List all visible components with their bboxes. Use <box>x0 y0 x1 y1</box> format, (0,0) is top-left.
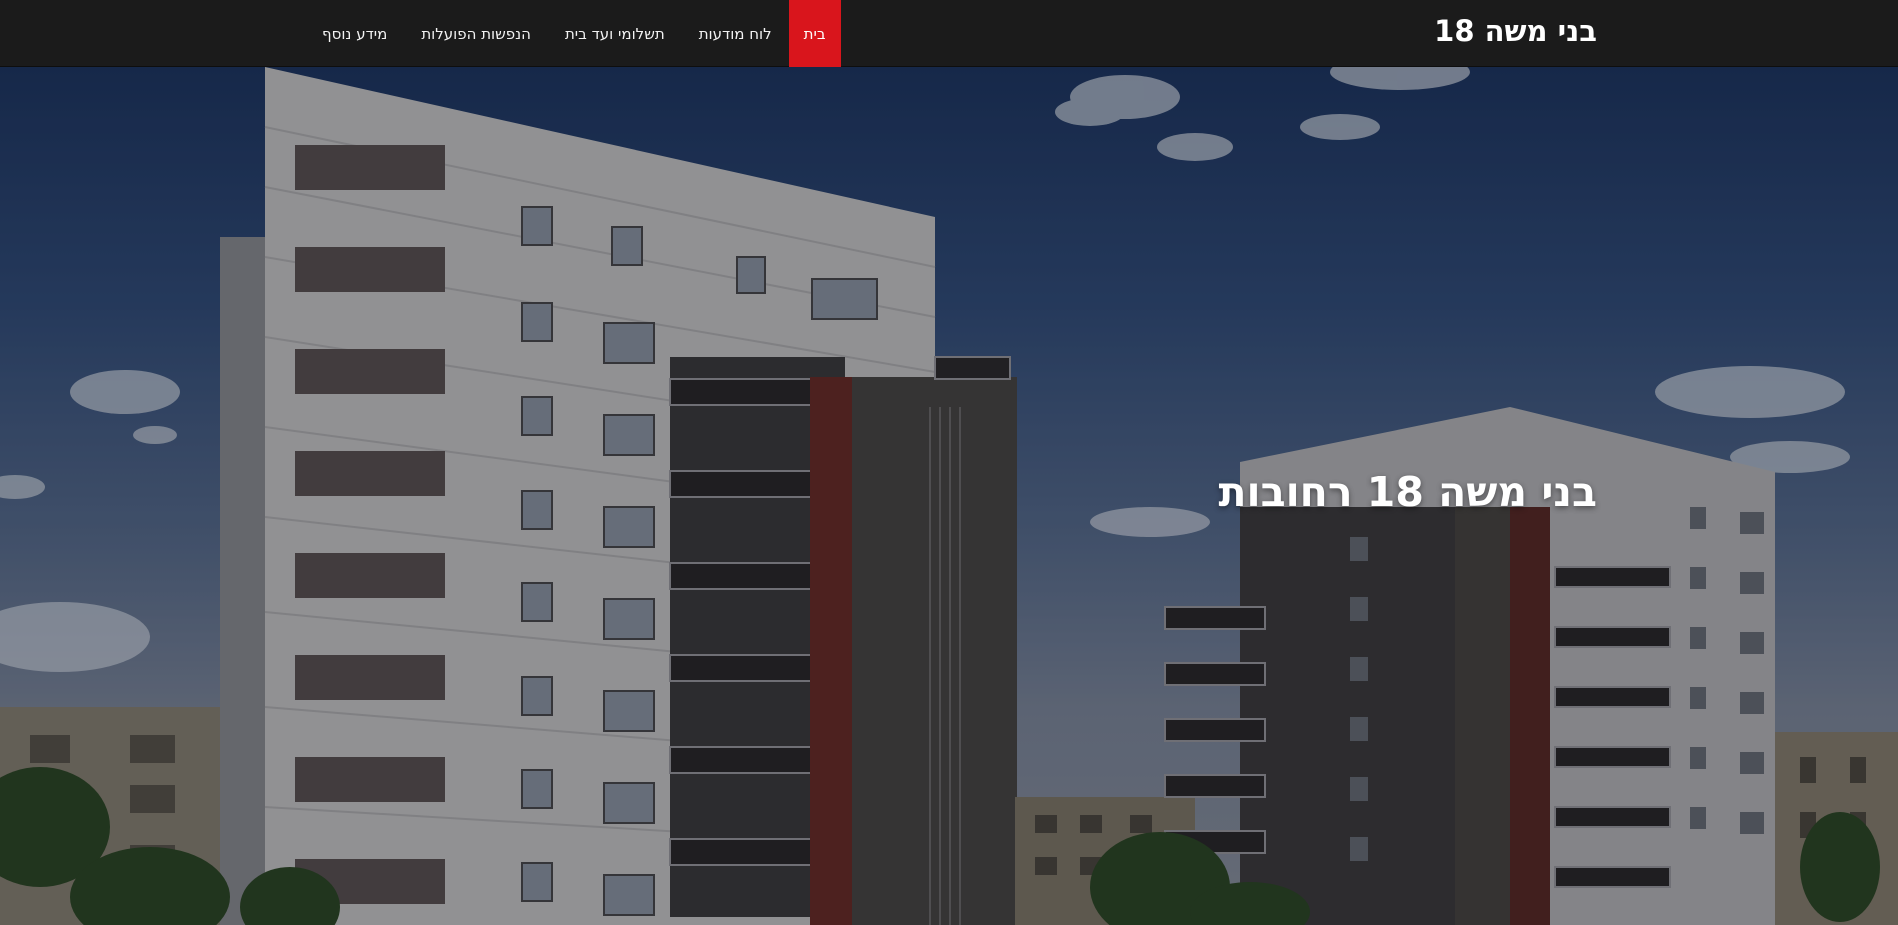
nav-item-notice-board[interactable]: לוח מודעות <box>682 0 789 67</box>
top-navbar: בני משה 18 בית לוח מודעות תשלומי ועד בית… <box>0 0 1898 67</box>
nav-item-home[interactable]: בית <box>788 0 841 67</box>
hero-section: בני משה 18 רחובות <box>0 67 1898 925</box>
main-nav: בית לוח מודעות תשלומי ועד בית הנפשות הפו… <box>305 0 841 67</box>
hero-title: בני משה 18 רחובות <box>1218 468 1598 516</box>
site-brand[interactable]: בני משה 18 <box>1434 14 1597 48</box>
nav-item-house-committee-payments[interactable]: תשלומי ועד בית <box>548 0 682 67</box>
nav-item-more-info[interactable]: מידע נוסף <box>305 0 404 67</box>
nav-item-team[interactable]: הנפשות הפועלות <box>404 0 548 67</box>
hero-dark-overlay <box>0 67 1898 925</box>
